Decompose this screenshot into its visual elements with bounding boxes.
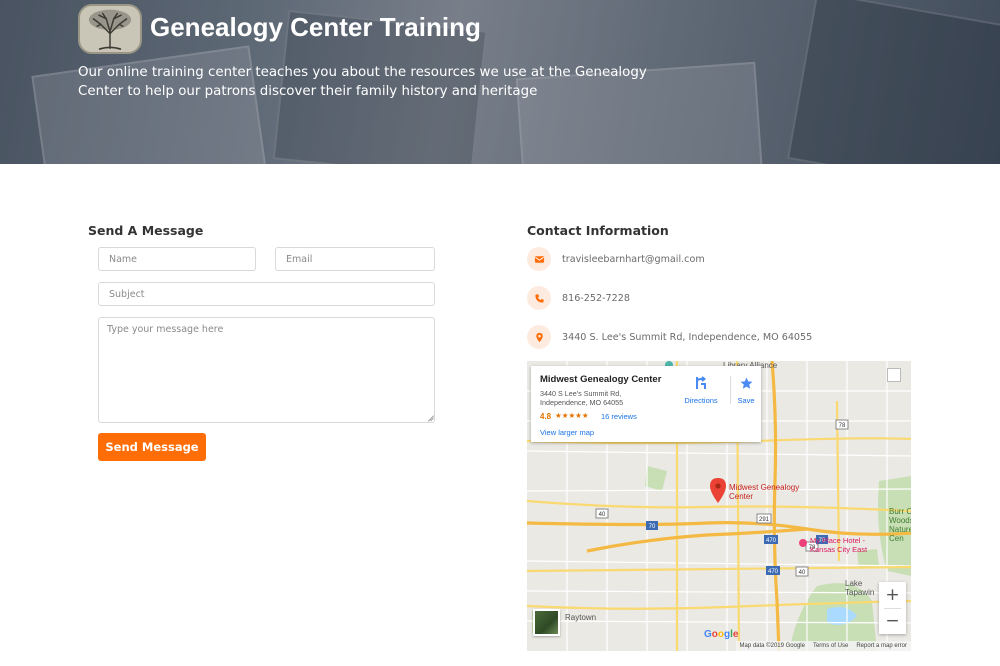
zoom-out-button[interactable]: −	[879, 608, 906, 634]
place-name: Midwest Genealogy Center	[540, 374, 662, 385]
route-shield: 78	[839, 423, 846, 429]
tree-icon[interactable]	[78, 4, 142, 54]
terms-of-use-link[interactable]: Terms of Use	[813, 643, 848, 649]
save-button[interactable]: Save	[733, 375, 759, 407]
tagline: Our online training center teaches you a…	[78, 65, 647, 99]
card-divider	[730, 376, 731, 404]
map-pin-icon	[527, 325, 551, 349]
send-message-heading: Send A Message	[88, 223, 204, 238]
map-data-credit: Map data ©2019 Google	[739, 643, 805, 649]
directions-label: Directions	[684, 396, 718, 405]
contact-phone[interactable]: 816-252-7228	[562, 293, 630, 304]
map-label-hotel[interactable]: My Place Hotel - Kansas City East	[810, 536, 890, 554]
save-label: Save	[737, 396, 755, 405]
contact-phone-row: 816-252-7228	[527, 286, 630, 310]
svg-text:470: 470	[766, 538, 777, 544]
svg-text:291: 291	[759, 517, 770, 523]
site-title[interactable]: Genealogy Center Training	[150, 12, 481, 43]
satellite-view-toggle[interactable]	[533, 609, 560, 636]
place-address: 3440 S Lee's Summit Rd, Independence, MO…	[540, 389, 624, 407]
view-larger-map-link[interactable]: View larger map	[540, 428, 594, 437]
name-field[interactable]	[98, 247, 256, 271]
star-icon	[740, 377, 752, 389]
resize-handle[interactable]	[426, 414, 434, 422]
svg-text:40: 40	[599, 512, 606, 518]
zoom-controls: + −	[879, 582, 906, 634]
map-attribution: Map data ©2019 Google Terms of Use Repor…	[735, 641, 911, 651]
embedded-map[interactable]: 78 40 70 291 470 40 78 470 70 Library Al…	[527, 361, 911, 651]
place-rating: 4.8	[540, 412, 552, 421]
fullscreen-toggle[interactable]	[887, 368, 901, 382]
svg-text:470: 470	[768, 569, 779, 575]
contact-address-row: 3440 S. Lee's Summit Rd, Independence, M…	[527, 325, 812, 349]
reviews-link[interactable]: 16 reviews	[601, 412, 637, 421]
svg-text:70: 70	[649, 524, 656, 530]
envelope-icon	[527, 247, 551, 271]
directions-icon	[696, 376, 707, 389]
star-rating-icon: ★★★★★	[555, 411, 589, 420]
google-logo: Google	[704, 629, 739, 640]
contact-info-heading: Contact Information	[527, 223, 669, 238]
hero-banner: Genealogy Center Training Our online tra…	[0, 0, 1000, 164]
subject-field[interactable]	[98, 282, 435, 306]
svg-text:40: 40	[799, 570, 806, 576]
contact-email[interactable]: travisleebarnhart@gmail.com	[562, 254, 705, 265]
report-map-error-link[interactable]: Report a map error	[856, 643, 907, 649]
contact-address: 3440 S. Lee's Summit Rd, Independence, M…	[562, 331, 813, 343]
zoom-in-button[interactable]: +	[879, 582, 906, 608]
contact-email-row: travisleebarnhart@gmail.com	[527, 247, 705, 271]
map-label-raytown: Raytown	[565, 613, 597, 622]
email-field[interactable]	[275, 247, 435, 271]
phone-icon	[527, 286, 551, 310]
message-textarea[interactable]	[98, 317, 435, 423]
send-message-button[interactable]: Send Message	[98, 433, 206, 461]
place-info-card: Midwest Genealogy Center 3440 S Lee's Su…	[531, 366, 761, 442]
directions-button[interactable]: Directions	[679, 375, 723, 407]
map-label-marker[interactable]: Midwest Genealogy Center	[729, 483, 809, 501]
map-label-park: Burr Oak Woods Nature Cen	[889, 507, 911, 543]
